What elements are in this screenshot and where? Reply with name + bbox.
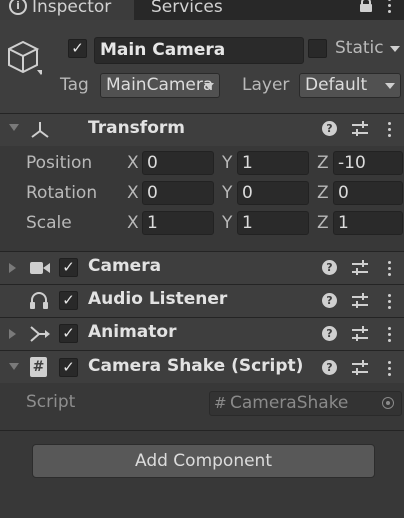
object-picker-icon bbox=[382, 397, 394, 409]
layer-label: Layer bbox=[242, 75, 290, 95]
fold-arrow-icon[interactable] bbox=[9, 363, 19, 370]
presets-icon[interactable] bbox=[352, 260, 368, 275]
transform-icon bbox=[31, 122, 49, 138]
help-icon[interactable]: ? bbox=[322, 360, 337, 375]
position-x-field[interactable]: 0 bbox=[142, 151, 214, 175]
object-name-field[interactable]: Main Camera bbox=[94, 37, 304, 64]
fold-arrow-icon[interactable] bbox=[9, 329, 16, 339]
animator-enabled-checkbox[interactable]: ✓ bbox=[59, 324, 78, 343]
camera-shake-enabled-checkbox[interactable]: ✓ bbox=[59, 358, 78, 377]
tab-inspector-label: Inspector bbox=[32, 0, 112, 17]
presets-icon[interactable] bbox=[352, 360, 368, 375]
lock-icon[interactable] bbox=[360, 0, 372, 12]
axis-y-label: Y bbox=[222, 183, 233, 203]
position-z-field[interactable]: -10 bbox=[333, 151, 403, 175]
script-object-field: # CameraShake bbox=[209, 391, 402, 416]
camera-shake-component-header[interactable]: # ✓ Camera Shake (Script) ? bbox=[0, 351, 404, 383]
position-label: Position bbox=[26, 153, 93, 173]
tab-menu-icon[interactable] bbox=[388, 0, 392, 16]
context-menu-icon[interactable] bbox=[388, 327, 392, 345]
axis-x-label: X bbox=[127, 153, 139, 173]
axis-x-label: X bbox=[127, 183, 139, 203]
tab-services[interactable]: Services bbox=[151, 0, 223, 17]
presets-icon[interactable] bbox=[352, 326, 368, 341]
camera-component-header[interactable]: ✓ Camera ? bbox=[0, 252, 404, 284]
divider bbox=[0, 430, 404, 431]
static-dropdown-icon[interactable] bbox=[390, 46, 400, 52]
layer-dropdown[interactable]: Default bbox=[299, 73, 401, 98]
presets-icon[interactable] bbox=[352, 293, 368, 308]
context-menu-icon[interactable] bbox=[388, 122, 392, 140]
scale-x-field[interactable]: 1 bbox=[142, 211, 214, 235]
camera-icon bbox=[30, 262, 50, 274]
tag-dropdown[interactable]: MainCamera bbox=[100, 73, 220, 98]
tag-label: Tag bbox=[60, 75, 89, 95]
camera-enabled-checkbox[interactable]: ✓ bbox=[59, 258, 78, 277]
animator-icon bbox=[30, 326, 50, 342]
axis-z-label: Z bbox=[317, 213, 329, 233]
camera-title: Camera bbox=[88, 256, 162, 276]
rotation-x-field[interactable]: 0 bbox=[142, 181, 214, 205]
axis-y-label: Y bbox=[222, 213, 233, 233]
axis-z-label: Z bbox=[317, 183, 329, 203]
audio-listener-title: Audio Listener bbox=[88, 289, 228, 309]
axis-y-label: Y bbox=[222, 153, 233, 173]
scale-z-field[interactable]: 1 bbox=[333, 211, 403, 235]
add-component-button[interactable]: Add Component bbox=[32, 444, 375, 478]
headphones-icon bbox=[30, 292, 48, 309]
transform-body: Position X 0 Y 1 Z -10 Rotation X 0 Y 0 … bbox=[0, 147, 404, 252]
chevron-down-icon bbox=[204, 83, 214, 89]
script-hash-icon: # bbox=[214, 394, 227, 412]
tag-value: MainCamera bbox=[106, 75, 214, 95]
tab-bar: i Inspector Services bbox=[0, 0, 404, 20]
rotation-z-field[interactable]: 0 bbox=[333, 181, 403, 205]
position-y-field[interactable]: 1 bbox=[237, 151, 309, 175]
scale-label: Scale bbox=[26, 213, 72, 233]
script-value: CameraShake bbox=[230, 393, 349, 413]
audio-listener-component-header[interactable]: ✓ Audio Listener ? bbox=[0, 285, 404, 317]
scale-y-field[interactable]: 1 bbox=[237, 211, 309, 235]
static-label: Static bbox=[335, 38, 384, 58]
gameobject-cube-icon bbox=[8, 40, 42, 75]
script-icon: # bbox=[30, 357, 47, 377]
camera-shake-title: Camera Shake (Script) bbox=[88, 356, 304, 376]
fold-arrow-icon[interactable] bbox=[9, 124, 19, 131]
transform-title: Transform bbox=[88, 118, 185, 138]
script-label: Script bbox=[26, 392, 76, 412]
help-icon[interactable]: ? bbox=[322, 293, 337, 308]
presets-icon[interactable] bbox=[352, 121, 368, 136]
rotation-label: Rotation bbox=[26, 183, 98, 203]
audio-listener-enabled-checkbox[interactable]: ✓ bbox=[59, 291, 78, 310]
rotation-y-field[interactable]: 0 bbox=[237, 181, 309, 205]
static-checkbox[interactable]: ✓ bbox=[308, 39, 327, 58]
context-menu-icon[interactable] bbox=[388, 261, 392, 279]
transform-header[interactable]: Transform ? bbox=[0, 114, 404, 146]
chevron-down-icon bbox=[385, 83, 395, 89]
axis-z-label: Z bbox=[317, 153, 329, 173]
fold-arrow-icon[interactable] bbox=[9, 263, 16, 273]
active-checkbox[interactable]: ✓ bbox=[68, 39, 87, 58]
context-menu-icon[interactable] bbox=[388, 361, 392, 379]
axis-x-label: X bbox=[127, 213, 139, 233]
layer-value: Default bbox=[305, 75, 368, 95]
object-header: ✓ Main Camera ✓ Static Tag MainCamera La… bbox=[0, 20, 404, 113]
help-icon[interactable]: ? bbox=[322, 121, 337, 136]
help-icon[interactable]: ? bbox=[322, 326, 337, 341]
context-menu-icon[interactable] bbox=[388, 294, 392, 312]
help-icon[interactable]: ? bbox=[322, 260, 337, 275]
animator-title: Animator bbox=[88, 322, 177, 342]
animator-component-header[interactable]: ✓ Animator ? bbox=[0, 318, 404, 350]
